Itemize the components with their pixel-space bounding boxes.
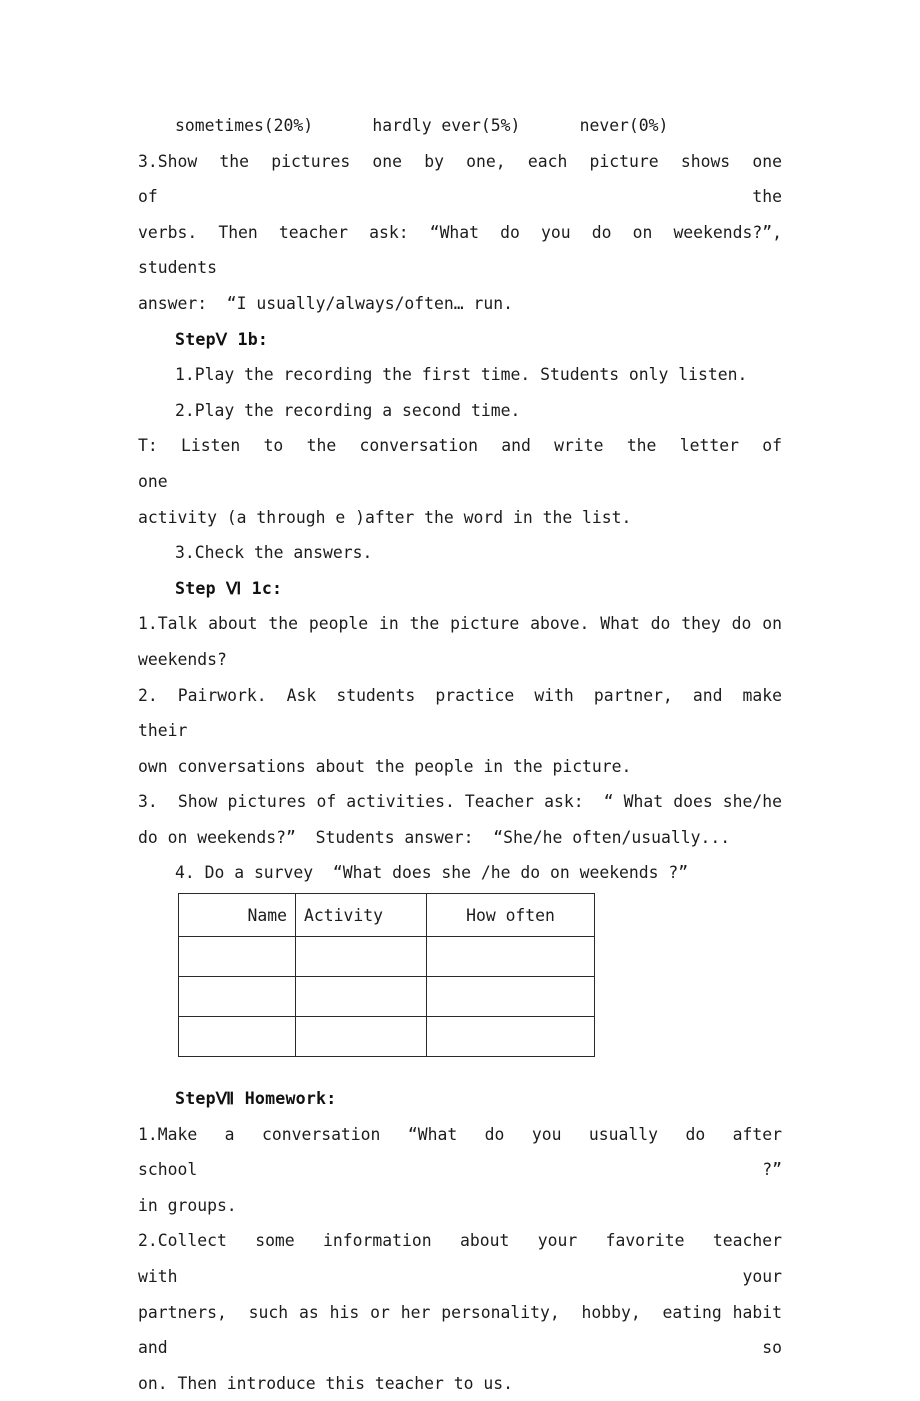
survey-table-row[interactable] [178,976,595,1018]
step-6-item-4-survey-prompt: 4. Do a survey “What does she /he do on … [175,863,689,883]
heading-step-6: Step Ⅵ 1c: [175,578,283,598]
survey-cell-activity[interactable] [295,1016,427,1058]
step-5-teacher-line-2: activity (a through e )after the word in… [138,507,632,527]
step-6-item-1-line-2: weekends? [138,649,227,669]
survey-table-row[interactable] [178,936,595,978]
show-pictures-line-2: verbs. Then teacher ask: “What do you do… [138,222,802,278]
homework-item-2-line-2: partners, such as his or her personality… [138,1302,792,1358]
document-body: sometimes(20%) hardly ever(5%) never(0%)… [138,108,782,1401]
survey-table-header-row: Name Activity How often [178,893,595,938]
survey-cell-activity[interactable] [295,936,427,978]
survey-cell-name[interactable] [178,976,296,1018]
survey-header-activity: Activity [295,893,427,938]
survey-cell-how-often[interactable] [426,976,595,1018]
homework-item-2-line-3: on. Then introduce this teacher to us. [138,1373,513,1393]
survey-cell-name[interactable] [178,936,296,978]
homework-item-1-line-1: 1.Make a conversation “What do you usual… [138,1124,802,1180]
step-6-item-3-line-2: do on weekends?” Students answer: “She/h… [138,827,731,847]
survey-cell-activity[interactable] [295,976,427,1018]
homework-item-1-line-2: in groups. [138,1195,237,1215]
step-5-teacher-line-1: T: Listen to the conversation and write … [138,436,802,491]
heading-step-5: StepⅤ 1b: [175,329,269,349]
show-pictures-line-1: 3.Show the pictures one by one, each pic… [138,151,802,207]
survey-table-container: Name Activity How often [138,893,782,1058]
step-5-item-1: 1.Play the recording the first time. Stu… [175,365,748,385]
frequency-adverbs-line: sometimes(20%) hardly ever(5%) never(0%) [175,116,669,135]
step-6-item-1-line-1: 1.Talk about the people in the picture a… [138,614,782,634]
survey-header-name: Name [178,893,296,938]
step-5-item-3: 3.Check the answers. [175,543,373,563]
document-page: sometimes(20%) hardly ever(5%) never(0%)… [0,0,920,1393]
step-6-item-2-line-1: 2. Pairwork. Ask students practice with … [138,685,802,741]
step-6-item-3-line-1: 3. Show pictures of activities. Teacher … [138,792,782,812]
survey-cell-name[interactable] [178,1016,296,1058]
survey-header-how-often: How often [426,893,595,938]
step-6-item-2-line-2: own conversations about the people in th… [138,756,632,776]
heading-step-7-homework: StepⅦ Homework: [175,1089,337,1109]
homework-item-2-line-1: 2.Collect some information about your fa… [138,1231,802,1287]
survey-table: Name Activity How often [178,893,595,1058]
survey-cell-how-often[interactable] [426,1016,595,1058]
show-pictures-line-3: answer: “I usually/always/often… run. [138,293,513,313]
survey-table-row[interactable] [178,1016,595,1058]
step-5-item-2: 2.Play the recording a second time. [175,400,521,420]
survey-cell-how-often[interactable] [426,936,595,978]
spacer-before-homework [138,1057,782,1081]
